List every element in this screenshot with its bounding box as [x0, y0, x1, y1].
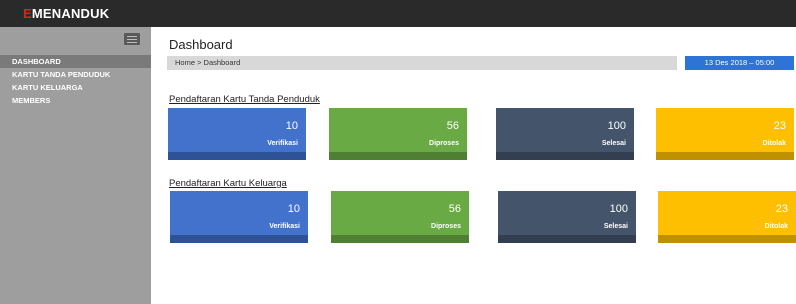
stat-footer — [168, 152, 306, 160]
stat-value: 10 — [285, 120, 298, 132]
brand-prefix: E — [23, 6, 32, 21]
stat-value: 23 — [775, 203, 788, 215]
top-bar: EMENANDUK — [0, 0, 796, 27]
date-time-badge: 13 Des 2018 – 05:00 — [685, 56, 794, 70]
stat-value: 56 — [446, 120, 459, 132]
stat-label: Selesai — [603, 223, 628, 230]
stat-card-kk-selesai[interactable]: 100 Selesai — [498, 191, 636, 243]
stat-label: Selesai — [601, 140, 626, 147]
brand-name: MENANDUK — [31, 6, 110, 21]
stat-value: 100 — [607, 120, 626, 132]
stat-card-ktp-selesai[interactable]: 100 Selesai — [496, 108, 634, 160]
sidebar-nav: DASHBOARD KARTU TANDA PENDUDUK KARTU KEL… — [0, 55, 151, 107]
stat-footer — [329, 152, 467, 160]
stat-label: Verifikasi — [267, 140, 298, 147]
stat-footer — [331, 235, 469, 243]
sidebar-item-kartu-keluarga[interactable]: KARTU KELUARGA — [0, 81, 151, 94]
stat-card-ktp-diproses[interactable]: 56 Diproses — [329, 108, 467, 160]
page-title: Dashboard — [169, 37, 233, 52]
stat-label: Verifikasi — [269, 223, 300, 230]
section-title-kk: Pendaftaran Kartu Keluarga — [169, 178, 287, 189]
stat-card-ktp-ditolak[interactable]: 23 Ditolak — [656, 108, 794, 160]
stat-footer — [498, 235, 636, 243]
stat-label: Ditolak — [764, 223, 788, 230]
stat-footer — [170, 235, 308, 243]
sidebar-item-dashboard[interactable]: DASHBOARD — [0, 55, 151, 68]
sidebar-item-members[interactable]: MEMBERS — [0, 94, 151, 107]
stat-value: 100 — [609, 203, 628, 215]
stat-footer — [658, 235, 796, 243]
brand-logo[interactable]: EMENANDUK — [23, 6, 109, 21]
stat-value: 10 — [287, 203, 300, 215]
stat-footer — [656, 152, 794, 160]
sidebar-item-kartu-tanda-penduduk[interactable]: KARTU TANDA PENDUDUK — [0, 68, 151, 81]
stat-value: 23 — [773, 120, 786, 132]
stat-label: Diproses — [431, 223, 461, 230]
breadcrumb[interactable]: Home > Dashboard — [167, 56, 677, 70]
stat-label: Ditolak — [762, 140, 786, 147]
menu-toggle-icon[interactable] — [124, 33, 140, 45]
section-title-ktp: Pendaftaran Kartu Tanda Penduduk — [169, 94, 320, 105]
stat-card-kk-diproses[interactable]: 56 Diproses — [331, 191, 469, 243]
stat-card-kk-ditolak[interactable]: 23 Ditolak — [658, 191, 796, 243]
stat-footer — [496, 152, 634, 160]
stat-value: 56 — [448, 203, 461, 215]
stat-card-kk-verifikasi[interactable]: 10 Verifikasi — [170, 191, 308, 243]
stat-label: Diproses — [429, 140, 459, 147]
stat-card-ktp-verifikasi[interactable]: 10 Verifikasi — [168, 108, 306, 160]
